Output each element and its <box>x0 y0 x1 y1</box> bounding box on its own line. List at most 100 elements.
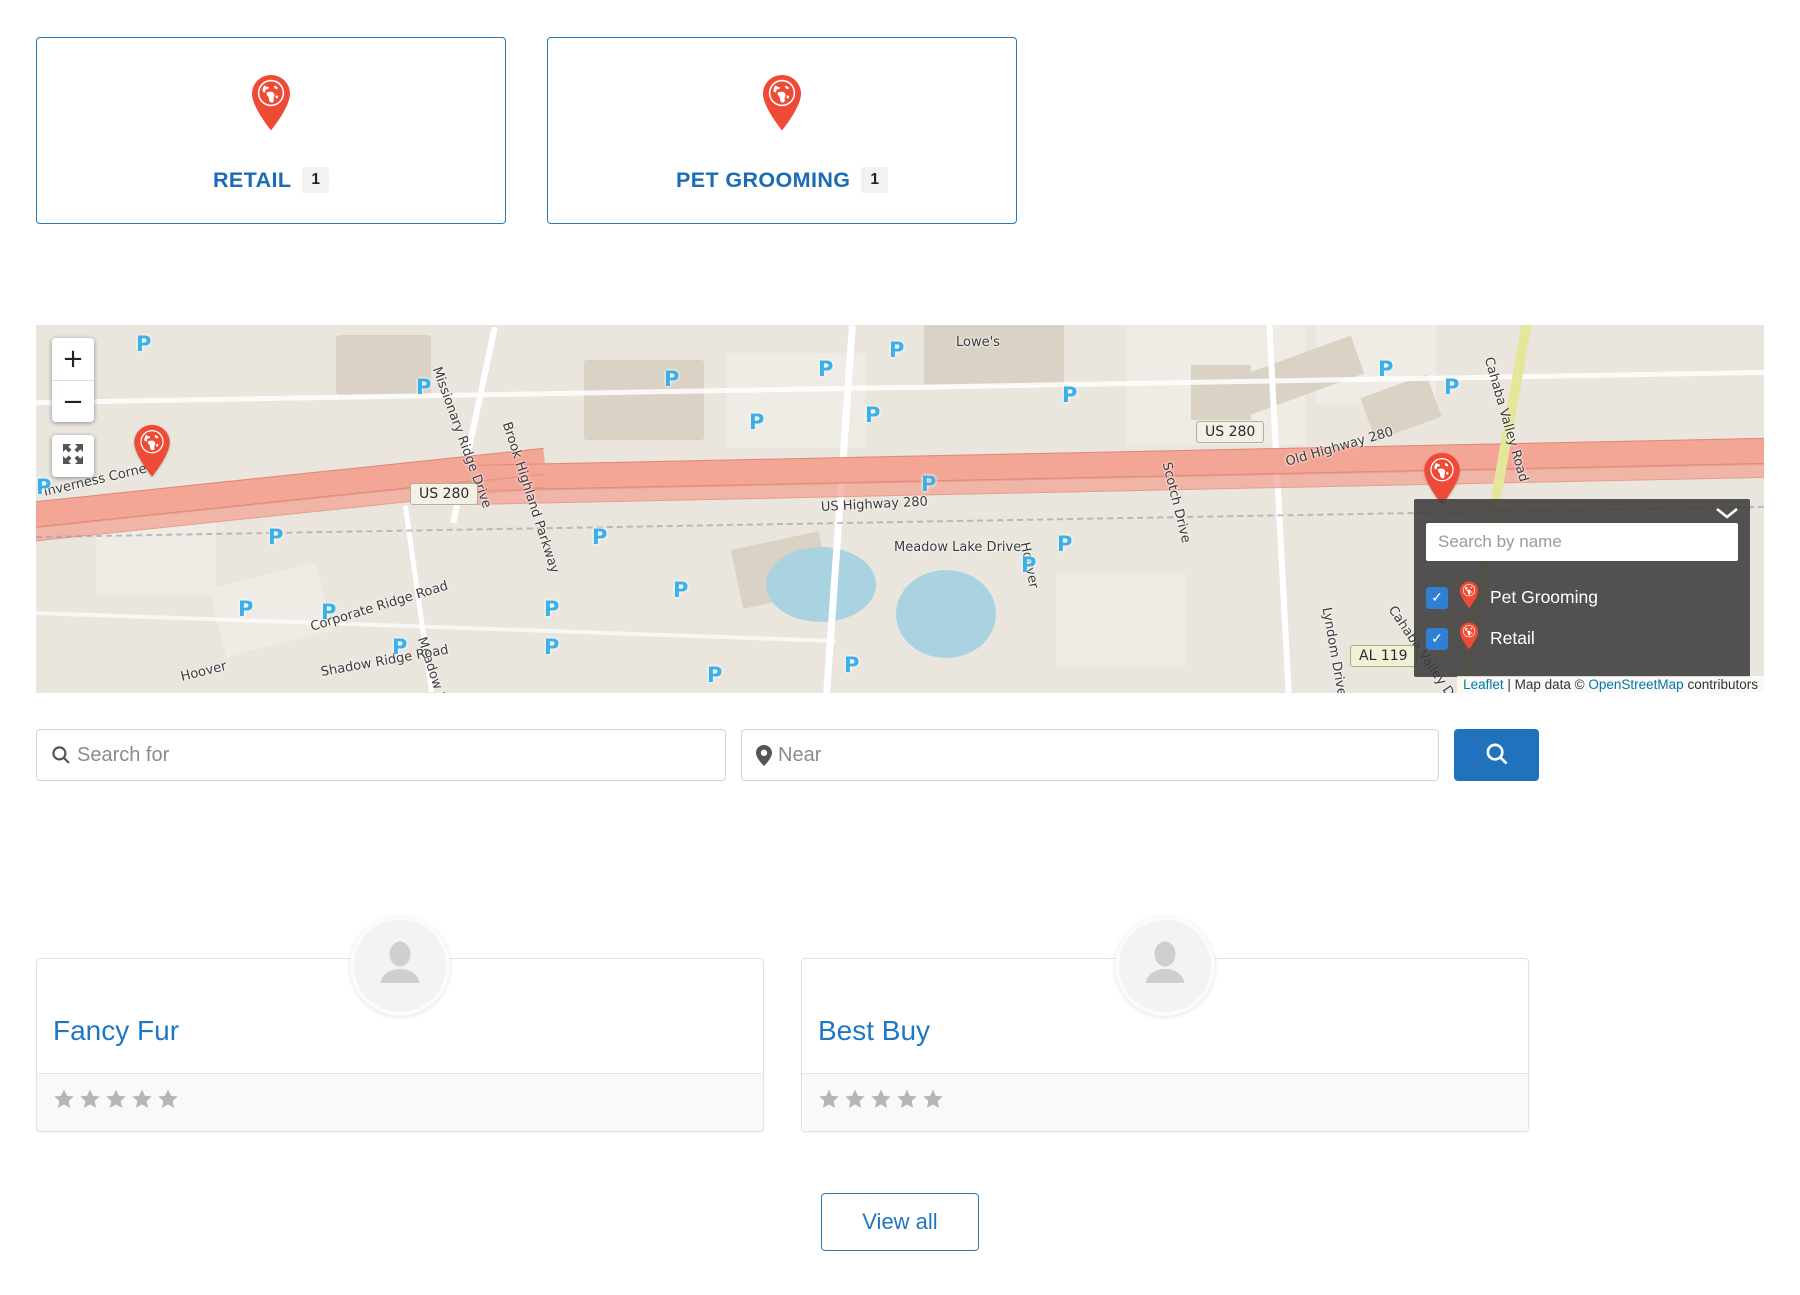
parking-icon: P <box>544 597 559 621</box>
retail-pin[interactable] <box>132 424 172 483</box>
search-bar <box>36 729 1539 781</box>
zoom-in-button[interactable]: + <box>52 338 94 380</box>
parking-icon: P <box>673 578 688 602</box>
view-all-button[interactable]: View all <box>821 1193 978 1251</box>
map-attribution: Leaflet | Map data © OpenStreetMap contr… <box>1457 676 1764 693</box>
map-route-shield: AL 119 <box>1350 645 1417 667</box>
parking-icon: P <box>1378 357 1393 381</box>
category-count-badge: 1 <box>861 167 888 192</box>
map-road-label: Lowe's <box>956 335 1000 350</box>
parking-icon: P <box>36 475 51 499</box>
rating-stars[interactable] <box>818 1088 944 1115</box>
parking-icon: P <box>844 653 859 677</box>
parking-icon: P <box>1021 553 1036 577</box>
map-container[interactable]: Missionary Ridge DriveBrook Highland Par… <box>36 325 1764 693</box>
parking-icon: P <box>1444 375 1459 399</box>
star-icon[interactable] <box>157 1088 179 1115</box>
parking-icon: P <box>392 635 407 659</box>
listing-card-row: Fancy Fur <box>36 958 1529 1132</box>
star-icon[interactable] <box>818 1088 840 1115</box>
legend-item-pet-grooming[interactable]: ✓ Pet Grooming <box>1426 581 1738 614</box>
parking-icon: P <box>707 663 722 687</box>
listing-footer <box>37 1073 763 1131</box>
parking-icon: P <box>321 600 336 624</box>
openstreetmap-link[interactable]: OpenStreetMap <box>1588 677 1683 692</box>
parking-icon: P <box>818 357 833 381</box>
zoom-out-button[interactable]: − <box>52 380 94 422</box>
parking-icon: P <box>889 338 904 362</box>
listing-card[interactable]: Best Buy <box>801 958 1529 1132</box>
search-for-input[interactable] <box>71 730 725 780</box>
rating-stars[interactable] <box>53 1088 179 1115</box>
listing-footer <box>802 1073 1528 1131</box>
map-road-label: Hoover <box>179 659 228 685</box>
parking-icon: P <box>238 597 253 621</box>
star-icon[interactable] <box>896 1088 918 1115</box>
category-label-wrap: RETAIL 1 <box>213 167 329 192</box>
attrib-separator: | <box>1504 677 1515 692</box>
avatar <box>1115 916 1215 1016</box>
map-pin-globe-icon <box>761 74 803 137</box>
star-icon[interactable] <box>131 1088 153 1115</box>
star-icon[interactable] <box>79 1088 101 1115</box>
page-root: RETAIL 1 PET GROOMING 1 <box>0 0 1800 1295</box>
map-pin-globe-icon <box>1458 581 1480 614</box>
chevron-down-icon[interactable] <box>1714 505 1740 526</box>
attrib-contributors: contributors <box>1684 677 1758 692</box>
category-card-retail[interactable]: RETAIL 1 <box>36 37 506 224</box>
listing-card[interactable]: Fancy Fur <box>36 958 764 1132</box>
search-submit-button[interactable] <box>1454 729 1539 781</box>
map-road-label: Brook Highland Parkway <box>499 420 562 575</box>
listing-title[interactable]: Fancy Fur <box>53 1015 179 1047</box>
map-road-label: US Highway 280 <box>821 494 929 515</box>
star-icon[interactable] <box>870 1088 892 1115</box>
map-legend-panel[interactable]: ✓ Pet Grooming ✓ <box>1414 499 1750 677</box>
map-road-label: Scotch Drive <box>1159 461 1194 545</box>
parking-icon: P <box>664 367 679 391</box>
attrib-mapdata: Map data © <box>1515 677 1589 692</box>
view-all-wrap: View all <box>0 1193 1800 1251</box>
star-icon[interactable] <box>53 1088 75 1115</box>
legend-item-retail[interactable]: ✓ Retail <box>1426 622 1738 655</box>
search-for-field[interactable] <box>36 729 726 781</box>
search-icon <box>51 745 71 765</box>
star-icon[interactable] <box>105 1088 127 1115</box>
category-label: PET GROOMING <box>676 168 850 193</box>
star-icon[interactable] <box>844 1088 866 1115</box>
map-route-shield: US 280 <box>410 483 478 505</box>
user-avatar-icon <box>373 937 427 996</box>
category-card-row: RETAIL 1 PET GROOMING 1 <box>36 37 1017 224</box>
map-road-label: Cahaba Valley Road <box>1481 355 1531 483</box>
map-pin-globe-icon <box>1458 622 1480 655</box>
parking-icon: P <box>865 403 880 427</box>
parking-icon: P <box>416 375 431 399</box>
category-label: RETAIL <box>213 168 291 193</box>
map-fullscreen-button[interactable] <box>52 435 94 477</box>
parking-icon: P <box>749 410 764 434</box>
search-near-field[interactable] <box>741 729 1439 781</box>
star-icon[interactable] <box>922 1088 944 1115</box>
listing-title[interactable]: Best Buy <box>818 1015 930 1047</box>
category-label-wrap: PET GROOMING 1 <box>676 167 888 192</box>
avatar <box>350 916 450 1016</box>
parking-icon: P <box>592 525 607 549</box>
parking-icon: P <box>1062 383 1077 407</box>
search-near-input[interactable] <box>772 730 1438 780</box>
parking-icon: P <box>921 472 936 496</box>
category-card-pet-grooming[interactable]: PET GROOMING 1 <box>547 37 1017 224</box>
category-count-badge: 1 <box>302 167 329 192</box>
map-legend-search-input[interactable] <box>1426 523 1738 561</box>
map-road-label: Lyndom Drive <box>1319 606 1349 693</box>
parking-icon: P <box>136 332 151 356</box>
leaflet-link[interactable]: Leaflet <box>1463 677 1504 692</box>
map-pin-globe-icon <box>250 74 292 137</box>
parking-icon: P <box>544 635 559 659</box>
map-zoom-controls[interactable]: + − <box>52 338 94 422</box>
legend-item-label: Pet Grooming <box>1490 587 1598 608</box>
map-road-label: Old Highway 280 <box>1284 425 1395 470</box>
checkbox-checked-icon[interactable]: ✓ <box>1426 587 1448 609</box>
checkbox-checked-icon[interactable]: ✓ <box>1426 628 1448 650</box>
location-pin-icon <box>756 745 772 766</box>
parking-icon: P <box>268 525 283 549</box>
legend-item-label: Retail <box>1490 628 1535 649</box>
